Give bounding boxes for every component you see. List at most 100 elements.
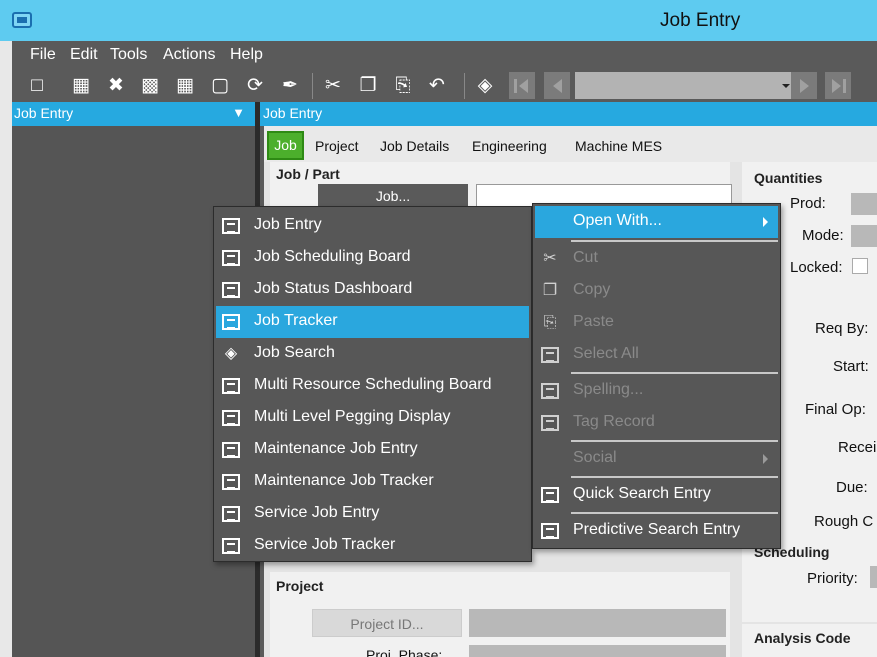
form-icon <box>220 503 242 525</box>
tab-machine-mes[interactable]: Machine MES <box>575 138 662 154</box>
open-with-service-job-entry[interactable]: Service Job Entry <box>216 498 529 530</box>
cut-icon[interactable]: ✂ <box>322 75 344 97</box>
next-record-button[interactable] <box>791 72 817 99</box>
open-with-job-tracker[interactable]: Job Tracker <box>216 306 529 338</box>
cut-item[interactable]: ✂ Cut <box>535 243 778 275</box>
undo-icon[interactable]: ↶ <box>426 75 448 97</box>
binoculars-icon[interactable]: ◈ <box>474 75 496 97</box>
tag-icon <box>539 412 561 434</box>
toolbar: □ ▦ ✖ ▩ ▦ ▢ ⟳ ✒ ✂ ❐ ⎘ ↶ ◈ <box>12 69 877 102</box>
priority-field[interactable] <box>870 566 877 588</box>
social-item[interactable]: Social <box>535 443 778 475</box>
open-with-job-entry[interactable]: Job Entry <box>216 210 529 242</box>
delete-icon[interactable]: ✖ <box>105 75 127 97</box>
save-icon[interactable]: ▦ <box>70 75 92 97</box>
left-panel-header: Job Entry ▼ <box>12 102 255 126</box>
menu-actions[interactable]: Actions <box>163 46 215 64</box>
open-with-submenu: Job Entry Job Scheduling Board Job Statu… <box>213 206 532 562</box>
menu-edit[interactable]: Edit <box>70 46 98 64</box>
proj-phase-label: Proj. Phase: <box>366 647 443 657</box>
prod-field[interactable] <box>851 193 877 215</box>
open-with-multi-resource-scheduling-board[interactable]: Multi Resource Scheduling Board <box>216 370 529 402</box>
copy-icon: ❐ <box>542 282 558 299</box>
submenu-arrow-icon <box>763 217 768 227</box>
menu-bar: File Edit Tools Actions Help <box>12 41 877 69</box>
form-icon <box>220 215 242 237</box>
spelling-icon <box>539 380 561 402</box>
form-icon <box>220 311 242 333</box>
proj-phase-input[interactable] <box>469 645 726 657</box>
rough-cut-label: Rough C <box>814 513 874 530</box>
pin-icon[interactable]: ▼ <box>232 105 245 120</box>
search-form-icon <box>539 520 561 542</box>
tab-engineering[interactable]: Engineering <box>472 138 547 154</box>
left-panel-title: Job Entry <box>14 105 74 121</box>
app-icon[interactable] <box>12 12 32 28</box>
context-menu: Open With... ✂ Cut ❐ Copy ⎘ Paste Select Al… <box>532 203 781 549</box>
menu-help[interactable]: Help <box>230 46 263 64</box>
open-with-service-job-tracker[interactable]: Service Job Tracker <box>216 530 529 562</box>
submenu-arrow-icon <box>763 454 768 464</box>
paste-icon[interactable]: ⎘ <box>392 75 414 97</box>
menu-file[interactable]: File <box>30 46 56 64</box>
tab-job[interactable]: Job <box>267 131 304 160</box>
start-label: Start: <box>833 358 869 375</box>
search-form-icon <box>539 484 561 506</box>
tab-job-details[interactable]: Job Details <box>380 138 449 154</box>
prev-record-button[interactable] <box>544 72 570 99</box>
record-selector[interactable] <box>575 72 798 99</box>
open-with-multi-level-pegging-display[interactable]: Multi Level Pegging Display <box>216 402 529 434</box>
form-icon <box>220 471 242 493</box>
project-id-button[interactable]: Project ID... <box>312 609 462 637</box>
open-with-job-scheduling-board[interactable]: Job Scheduling Board <box>216 242 529 274</box>
copy-icon[interactable]: ❐ <box>357 75 379 97</box>
brush-icon[interactable]: ✒ <box>279 75 301 97</box>
menu-tools[interactable]: Tools <box>110 46 147 64</box>
open-with-item[interactable]: Open With... <box>535 206 778 238</box>
paste-item[interactable]: ⎘ Paste <box>535 307 778 339</box>
new-icon[interactable]: □ <box>26 75 48 97</box>
form-icon <box>220 375 242 397</box>
form-icon <box>220 247 242 269</box>
open-with-maintenance-job-tracker[interactable]: Maintenance Job Tracker <box>216 466 529 498</box>
cut-icon: ✂ <box>543 250 557 267</box>
predictive-search-entry-item[interactable]: Predictive Search Entry <box>535 515 778 547</box>
binoculars-icon: ◈ <box>224 345 238 362</box>
grid-icon[interactable]: ▦ <box>174 75 196 97</box>
title-bar: Job Entry <box>0 0 877 41</box>
select-all-item[interactable]: Select All <box>535 339 778 371</box>
locked-checkbox[interactable] <box>852 258 868 274</box>
analysis-code-label: Analysis Code <box>754 630 851 646</box>
form-icon <box>220 535 242 557</box>
refresh-icon[interactable]: ⟳ <box>244 75 266 97</box>
form-icon <box>220 407 242 429</box>
main-panel-title: Job Entry <box>260 102 877 126</box>
copy-item[interactable]: ❐ Copy <box>535 275 778 307</box>
window-title: Job Entry <box>660 10 741 31</box>
quantities-label: Quantities <box>754 170 823 186</box>
tab-project[interactable]: Project <box>315 138 359 154</box>
job-part-label: Job / Part <box>276 166 340 182</box>
mode-field[interactable] <box>851 225 877 247</box>
mode-label: Mode: <box>802 227 844 244</box>
book-icon[interactable]: ▩ <box>139 75 161 97</box>
open-with-job-search[interactable]: ◈ Job Search <box>216 338 529 370</box>
project-id-input[interactable] <box>469 609 726 637</box>
quick-search-entry-item[interactable]: Quick Search Entry <box>535 479 778 511</box>
final-op-label: Final Op: <box>805 401 866 418</box>
project-group: Project Project ID... Proj. Phase: <box>270 572 730 657</box>
select-all-icon <box>539 344 561 366</box>
tag-record-item[interactable]: Tag Record <box>535 407 778 439</box>
spelling-item[interactable]: Spelling... <box>535 375 778 407</box>
form-icon <box>220 439 242 461</box>
priority-label: Priority: <box>807 570 858 587</box>
form-icon <box>220 279 242 301</box>
note-icon[interactable]: ▢ <box>209 75 231 97</box>
open-with-maintenance-job-entry[interactable]: Maintenance Job Entry <box>216 434 529 466</box>
open-with-job-status-dashboard[interactable]: Job Status Dashboard <box>216 274 529 306</box>
received-label: Recei <box>838 439 877 456</box>
first-record-button[interactable] <box>509 72 535 99</box>
scheduling-group: Scheduling Priority: <box>742 542 877 622</box>
last-record-button[interactable] <box>825 72 851 99</box>
analysis-group: Analysis Code <box>742 624 877 657</box>
